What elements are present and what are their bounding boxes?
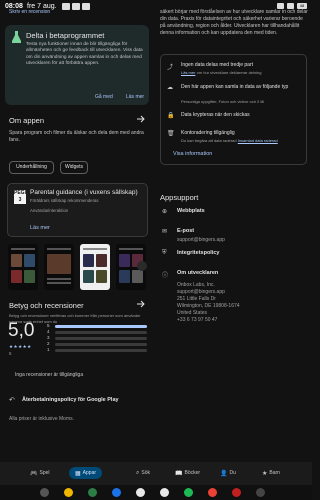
pegi-badge: PEGI 3 [14,190,26,204]
books-icon: 📖 [175,470,183,477]
carousel-next-icon[interactable] [137,261,147,271]
histogram-track [55,349,147,352]
nav-you[interactable]: 👤 Du [220,467,236,479]
chip-widgets[interactable]: Widgets [60,161,88,174]
support-title: Appsupport [160,193,199,202]
image-icon [82,3,90,10]
chip-entertainment[interactable]: Underhållning [9,161,54,174]
rating-stars: ★★★★★ [9,344,32,349]
beta-learn-more-button[interactable]: Läs mer [126,94,144,100]
histogram-label: 3 [47,335,50,340]
arrow-right-icon[interactable] [136,299,146,309]
screenshot-3[interactable] [80,244,110,290]
phone-app-icon[interactable] [88,488,97,497]
grid-apps-icon[interactable] [256,488,265,497]
nav-search[interactable]: ⌕ Sök [136,467,150,479]
notification-icons [62,3,90,10]
prices-note: Alla priser är inklusive Moms. [9,416,75,422]
parental-sub2: Användarinteraktion [30,208,69,213]
data-safety-intro: säkert börjar med förståelsen av hur utv… [160,9,308,36]
no-reviews-text: Inga recensioner är tillgängliga [15,372,84,378]
flask-icon [12,31,21,43]
photos-app-icon[interactable] [136,488,145,497]
games-icon: 🎮 [30,470,38,477]
nav-games[interactable]: 🎮 Spel [30,467,50,479]
ratings-title: Betyg och recensioner [9,301,84,310]
kids-icon: ★ [262,470,268,477]
parental-learn-more[interactable]: Läs mer [30,225,50,231]
beta-program-card: Delta i betaprogrammet Testa nya funktio… [5,25,149,105]
histogram-track [55,331,147,334]
nav-kids[interactable]: ★ Barn [262,467,280,479]
bottom-navigation: 🎮 Spel ▦ Appar ⌕ Sök 📖 Böcker 👤 Du ★ Barn [0,462,312,485]
developer-info: Onbox Labs, Inc. support@bingers.app 251… [177,282,240,323]
play-store-icon[interactable] [160,488,169,497]
histogram-label: 5 [47,323,50,328]
refund-policy-link[interactable]: Återbetalningspolicy för Google Play [22,397,119,403]
histogram-fill [55,325,147,328]
parental-guidance-card: PEGI 3 Parental guidance (i vuxens sälls… [7,183,148,237]
chrome-icon[interactable] [208,488,217,497]
mail-icon [72,3,80,10]
email-icon: ✉ [162,229,168,235]
join-beta-button[interactable]: Gå med [95,94,113,100]
histogram-label: 1 [47,347,50,352]
rating-score: 5,0 [8,320,35,341]
vivaldi-icon[interactable] [232,488,241,497]
info-icon: ⓘ [162,273,169,279]
deletion-link[interactable]: Insamlad data raderad [238,138,278,143]
profile-icon: 👤 [220,470,228,477]
learn-more-sharing-link[interactable]: Läs mer [181,70,195,75]
beta-description: Testa nya funktioner innan de blir tillg… [26,42,143,67]
screenshot-1[interactable] [8,244,38,290]
lock-icon: 🔒 [167,113,175,119]
nav-apps[interactable]: ▦ Appar [69,467,103,479]
refund-icon: ↶ [9,397,15,404]
apps-icon: ▦ [75,470,81,477]
histogram-label: 2 [47,341,50,346]
histogram-label: 4 [47,329,50,334]
developer-title: Om utvecklaren [177,270,219,276]
data-safety-card: ⤴ Ingen data delas med tredje part Läs m… [160,54,307,165]
rating-count: 5 [9,351,12,356]
globe-icon: ⊕ [162,209,168,215]
histogram-track [55,325,147,328]
app-drawer-icon[interactable] [40,488,49,497]
facebook-icon [62,3,70,10]
histogram-track [55,343,147,346]
parental-sub1: Föräldrars sällskap rekommenderas [30,198,99,203]
system-dock [0,485,312,500]
write-review-link[interactable]: Skriv en recension [9,9,50,15]
delete-icon: 🗑 [167,131,175,137]
histogram-track [55,337,147,340]
parental-title: Parental guidance (i vuxens sällskap) [30,189,138,196]
search-icon: ⌕ [136,469,140,476]
shield-icon: ⛨ [162,250,167,256]
screenshots-carousel[interactable] [8,244,150,290]
histogram-row: 1 [47,347,149,353]
spotify-icon[interactable] [184,488,193,497]
about-description: Spara program och filmer du älskar och d… [9,130,144,143]
about-title: Om appen [9,116,45,125]
messages-app-icon[interactable] [112,488,121,497]
cloud-upload-icon: ☁ [167,85,173,91]
arrow-right-icon[interactable] [136,114,146,124]
notes-app-icon[interactable] [64,488,73,497]
share-icon: ⤴ [167,65,174,71]
beta-title: Delta i betaprogrammet [26,31,105,40]
view-details-link[interactable]: Visa information [173,151,212,157]
nav-books[interactable]: 📖 Böcker [175,467,200,479]
screenshot-2[interactable] [44,244,74,290]
